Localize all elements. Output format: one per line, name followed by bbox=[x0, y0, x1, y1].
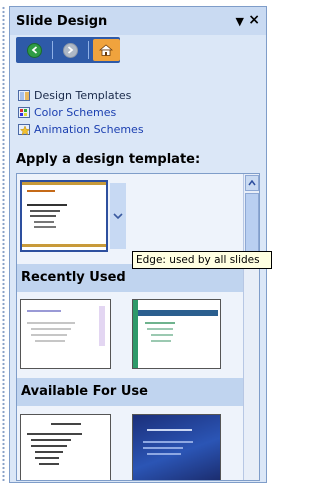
thumb-text-line bbox=[34, 226, 56, 228]
thumb-text-line bbox=[143, 447, 183, 449]
home-icon bbox=[99, 44, 114, 56]
template-thumb-available-2[interactable] bbox=[132, 414, 221, 480]
thumb-text-line bbox=[35, 457, 59, 459]
thumb-title-text bbox=[147, 429, 192, 431]
thumb-text-line bbox=[31, 334, 67, 336]
template-dropdown-button[interactable] bbox=[110, 183, 126, 249]
thumb-text-line bbox=[151, 340, 171, 342]
thumb-text-line bbox=[151, 334, 173, 336]
scroll-thumb[interactable] bbox=[245, 193, 259, 253]
thumb-text-line bbox=[27, 322, 75, 324]
thumb-title-text bbox=[27, 190, 55, 192]
chevron-down-icon bbox=[113, 213, 123, 220]
taskpane-title: Slide Design bbox=[16, 14, 108, 29]
close-icon[interactable]: × bbox=[248, 12, 260, 28]
thumb-text-line bbox=[35, 340, 65, 342]
thumb-text-line bbox=[30, 215, 56, 217]
thumb-text-line bbox=[31, 328, 71, 330]
color-schemes-label: Color Schemes bbox=[34, 106, 117, 119]
taskpane-links: Design Templates Color Schemes Animation… bbox=[18, 87, 144, 138]
thumb-text-line bbox=[39, 463, 59, 465]
design-templates-icon bbox=[18, 90, 30, 101]
thumb-title-text bbox=[51, 423, 81, 425]
thumb-title-text bbox=[27, 310, 61, 312]
chevron-up-icon bbox=[248, 180, 256, 186]
nav-separator bbox=[88, 41, 89, 59]
design-templates-label: Design Templates bbox=[34, 89, 132, 102]
template-tooltip: Edge: used by all slides bbox=[132, 251, 272, 269]
thumb-title-bar bbox=[22, 182, 106, 185]
taskpane-titlebar: Slide Design ▼ × bbox=[10, 7, 266, 35]
thumb-footer-bar bbox=[22, 244, 106, 247]
template-thumb-current[interactable] bbox=[20, 180, 108, 252]
thumb-text-line bbox=[31, 445, 67, 447]
back-button[interactable] bbox=[21, 39, 48, 61]
thumb-text-line bbox=[31, 439, 71, 441]
animation-schemes-icon bbox=[18, 124, 31, 136]
back-arrow-icon bbox=[27, 42, 42, 58]
thumb-text-line bbox=[143, 441, 193, 443]
home-button[interactable] bbox=[92, 39, 120, 61]
taskpane-grip[interactable] bbox=[1, 6, 6, 481]
slide-design-taskpane: Slide Design ▼ × Design Templates Color … bbox=[9, 6, 267, 483]
available-header: Available For Use bbox=[17, 378, 245, 406]
animation-schemes-label: Animation Schemes bbox=[34, 123, 144, 136]
thumb-text-line bbox=[27, 433, 82, 435]
thumb-text-line bbox=[27, 204, 67, 206]
thumb-text-line bbox=[35, 451, 63, 453]
taskpane-navbar bbox=[16, 37, 120, 63]
thumb-text-line bbox=[34, 221, 54, 223]
thumb-text-line bbox=[147, 453, 181, 455]
thumb-accent bbox=[99, 306, 105, 346]
color-schemes-link[interactable]: Color Schemes bbox=[18, 104, 144, 121]
animation-schemes-link[interactable]: Animation Schemes bbox=[18, 121, 144, 138]
thumb-text-line bbox=[30, 210, 60, 212]
template-thumb-recent-2[interactable] bbox=[132, 299, 221, 369]
scroll-up-button[interactable] bbox=[245, 175, 259, 191]
taskpane-dropdown-icon[interactable]: ▼ bbox=[236, 15, 244, 28]
apply-template-label: Apply a design template: bbox=[16, 152, 201, 167]
template-thumb-recent-1[interactable] bbox=[20, 299, 111, 369]
template-thumb-available-1[interactable] bbox=[20, 414, 111, 480]
forward-button[interactable] bbox=[57, 39, 84, 61]
thumb-text-line bbox=[145, 322, 175, 324]
forward-arrow-icon bbox=[62, 42, 78, 58]
color-schemes-icon bbox=[18, 107, 30, 118]
gallery-scrollbar[interactable] bbox=[243, 174, 259, 480]
thumb-text-line bbox=[147, 328, 173, 330]
nav-separator bbox=[52, 41, 53, 59]
template-gallery: Recently Used Available For Use bbox=[16, 173, 260, 481]
thumb-title-bar bbox=[138, 310, 218, 316]
design-templates-link[interactable]: Design Templates bbox=[18, 87, 144, 104]
